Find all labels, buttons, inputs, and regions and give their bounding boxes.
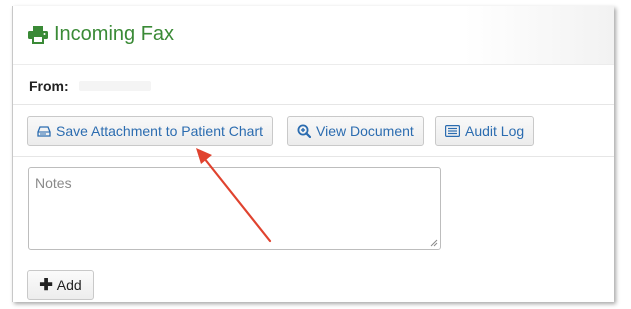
plus-icon: ✚ — [39, 277, 53, 294]
add-button-label: Add — [56, 277, 82, 293]
view-document-label: View Document — [316, 123, 414, 139]
resize-grip-icon[interactable] — [430, 239, 438, 247]
save-attachment-button[interactable]: Save Attachment to Patient Chart — [27, 116, 274, 146]
panel-header: Incoming Fax — [13, 6, 614, 65]
incoming-fax-panel: Incoming Fax From: Save Attachment to Pa… — [12, 6, 614, 302]
zoom-in-icon — [297, 124, 311, 138]
hdd-icon — [37, 125, 51, 137]
from-value — [78, 81, 151, 91]
divider — [13, 104, 614, 105]
list-alt-icon — [445, 125, 460, 137]
page-title-text: Incoming Fax — [54, 23, 175, 45]
divider — [13, 156, 614, 157]
add-button[interactable]: ✚ Add — [27, 270, 94, 300]
notes-textarea[interactable]: Notes — [28, 167, 441, 250]
save-attachment-label: Save Attachment to Patient Chart — [56, 123, 264, 139]
view-document-button[interactable]: View Document — [287, 116, 424, 146]
page-title: Incoming Fax — [28, 23, 174, 46]
notes-placeholder: Notes — [35, 175, 72, 191]
from-row: From: — [29, 78, 151, 94]
audit-log-button[interactable]: Audit Log — [435, 116, 535, 146]
printer-icon — [28, 25, 48, 44]
audit-log-label: Audit Log — [465, 123, 525, 139]
from-label: From: — [29, 78, 69, 94]
